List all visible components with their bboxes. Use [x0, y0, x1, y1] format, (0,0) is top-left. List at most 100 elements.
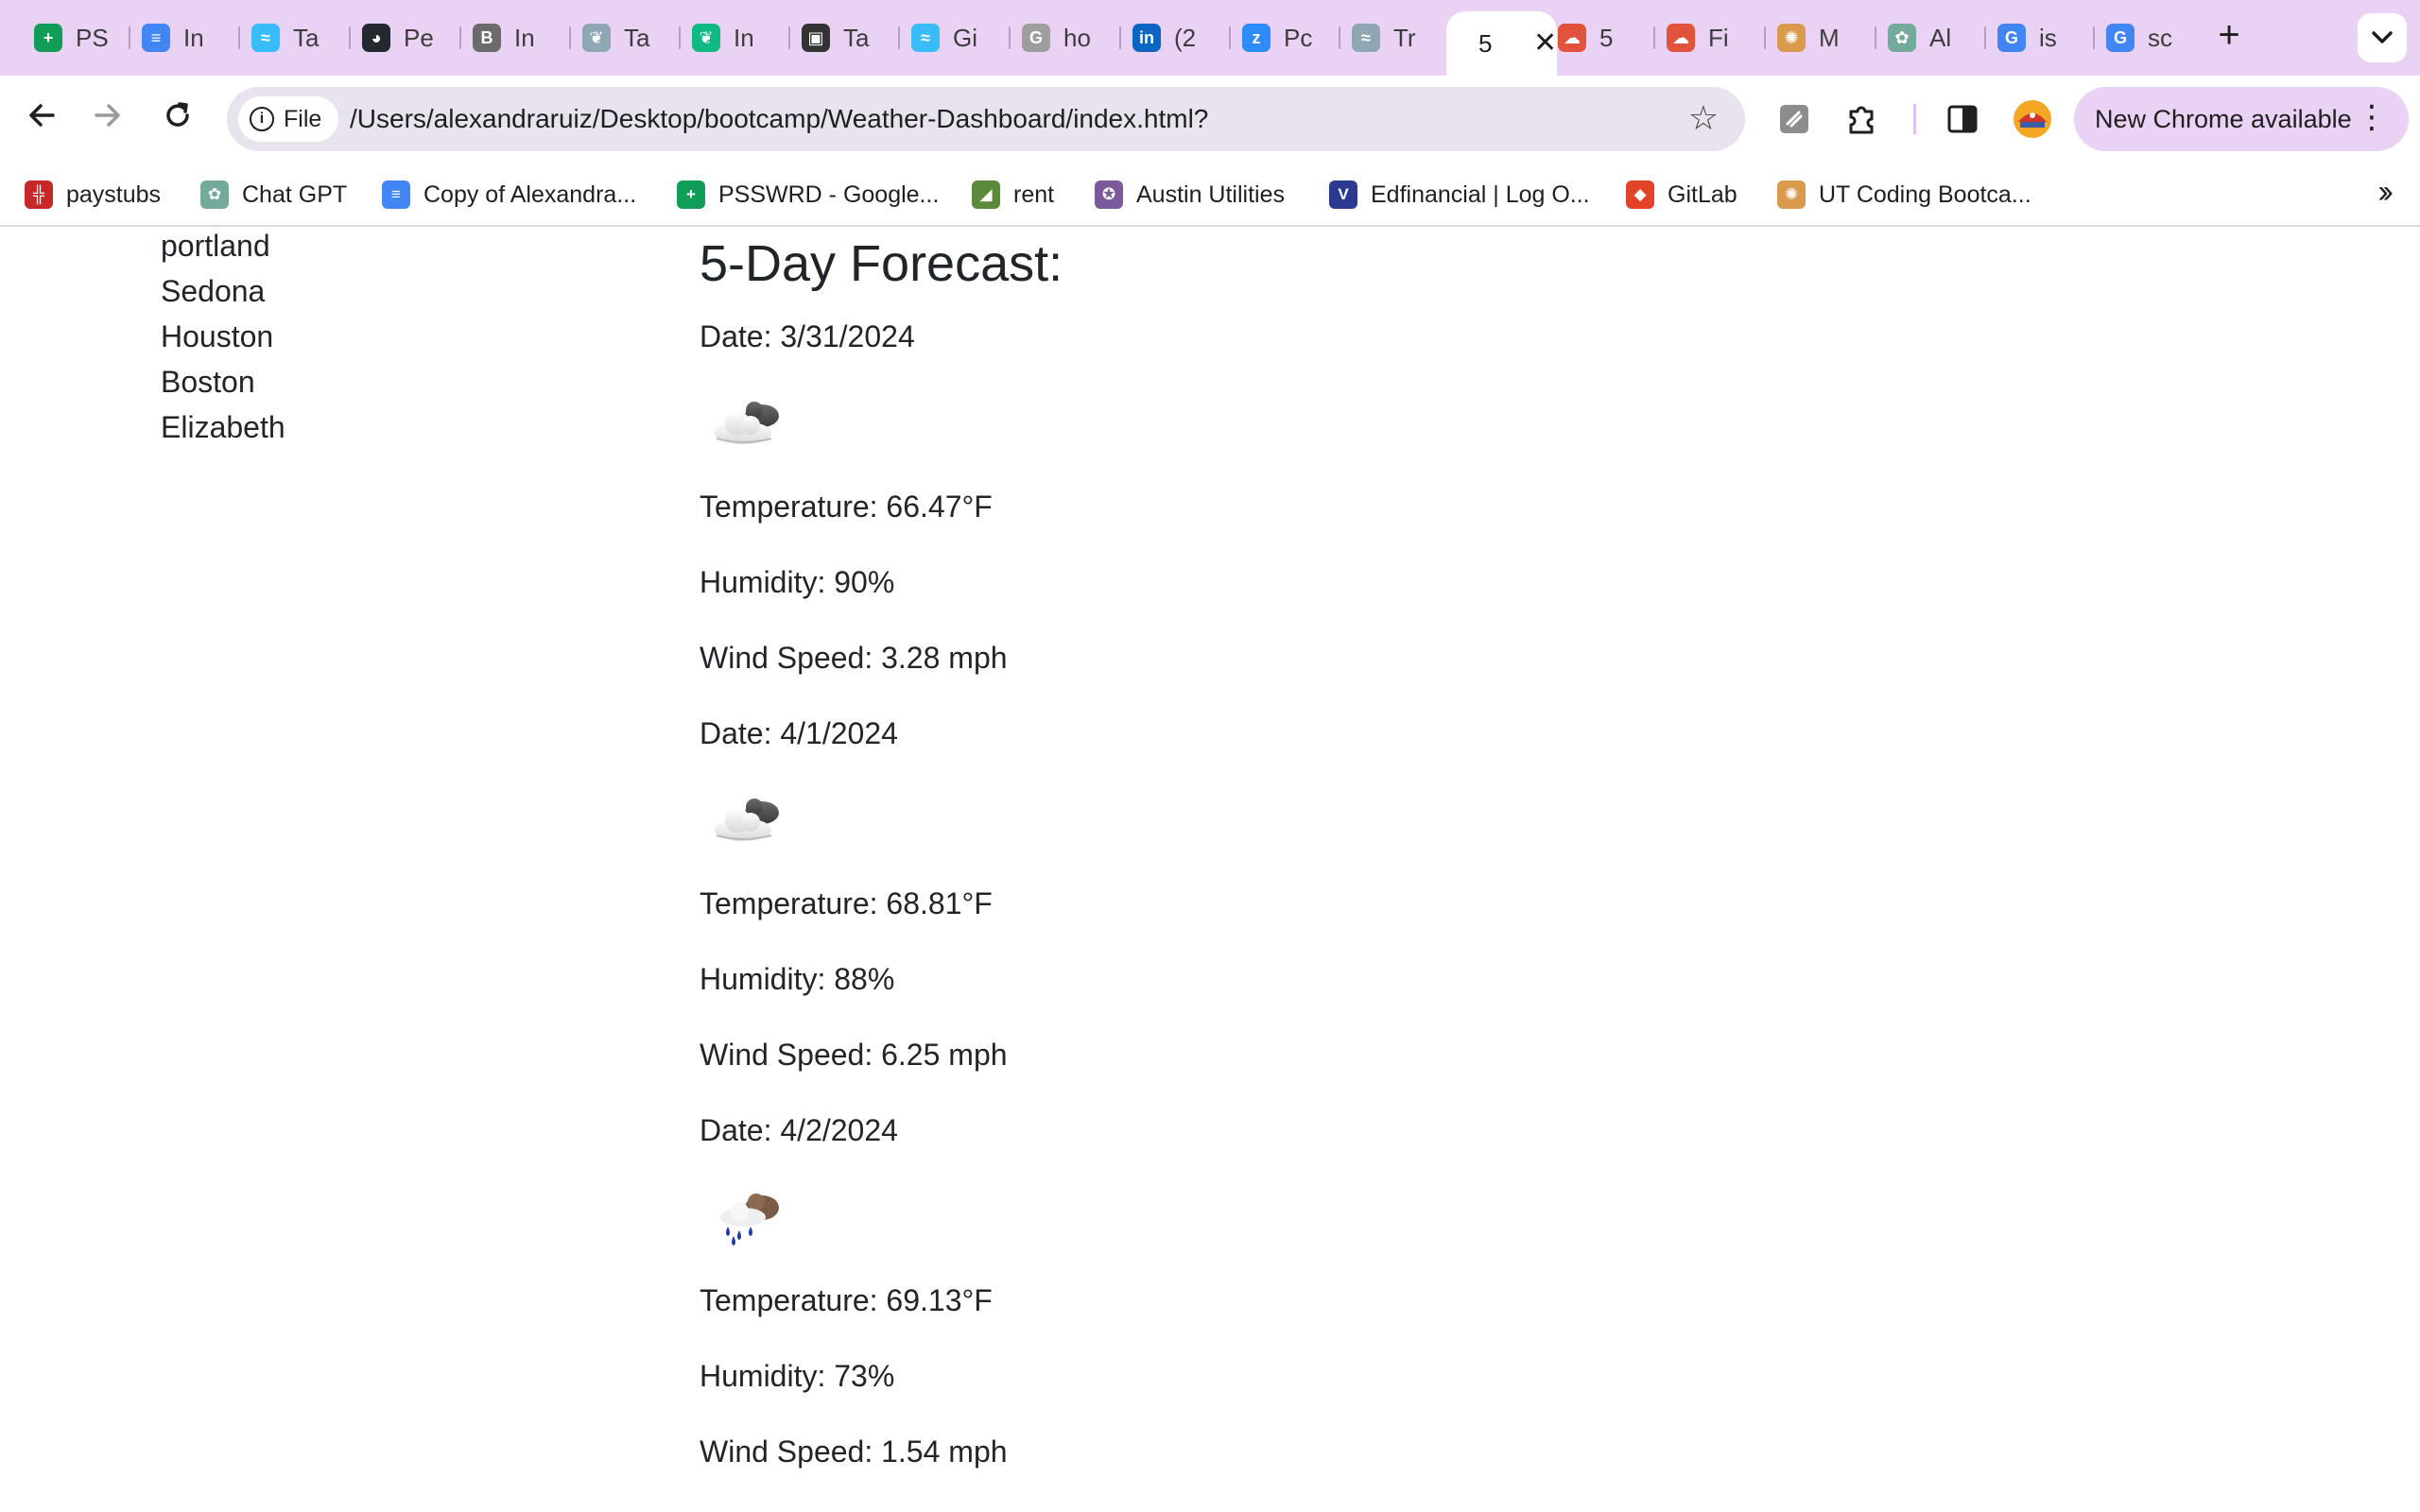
tab-title: 5: [1599, 23, 1614, 52]
tab-separator: [679, 26, 681, 49]
tab[interactable]: ≡ In: [142, 13, 216, 62]
bookmark-item[interactable]: ✺ UT Coding Bootca...: [1777, 178, 2031, 212]
tab[interactable]: ❦ In: [692, 13, 766, 62]
tab[interactable]: ≈ Ta: [251, 13, 325, 62]
tab[interactable]: + PS: [34, 13, 108, 62]
tab-title: In: [734, 23, 754, 52]
bookmark-label: Edfinancial | Log O...: [1371, 180, 1590, 208]
tab-title: sc: [2148, 23, 2172, 52]
tab-title: 5: [1478, 28, 1493, 58]
extensions-menu-button[interactable]: [1841, 98, 1883, 140]
tab[interactable]: ≈ Tr: [1352, 13, 1426, 62]
tab-active[interactable]: 5 ✕: [1446, 11, 1558, 76]
tab-separator: [349, 26, 351, 49]
tab[interactable]: ≈ Gi: [911, 13, 985, 62]
tab-search-button[interactable]: [2358, 13, 2407, 62]
tab-title: In: [183, 23, 204, 52]
tab[interactable]: Gis: [1997, 13, 2071, 62]
reload-icon: [166, 102, 189, 127]
profile-avatar[interactable]: [2012, 98, 2053, 140]
tab[interactable]: ☁ Fi: [1667, 13, 1740, 62]
bookmark-item[interactable]: ✪ Austin Utilities: [1095, 178, 1285, 212]
paystubs-icon: ╬: [25, 180, 53, 209]
weather-red-icon: ☁: [1558, 24, 1586, 52]
browser-toolbar: i File /Users/alexandraruiz/Desktop/boot…: [0, 76, 2420, 163]
tab[interactable]: in (2: [1132, 13, 1206, 62]
rent-icon: ◢: [972, 180, 1000, 209]
forward-button[interactable]: [87, 98, 129, 140]
chatgpt-icon: ✿: [1888, 24, 1916, 52]
tab-separator: [1653, 26, 1655, 49]
tab-separator: [459, 26, 461, 49]
address-bar[interactable]: i File /Users/alexandraruiz/Desktop/boot…: [227, 87, 1745, 151]
city-history-item[interactable]: Sedona: [161, 274, 265, 309]
docs-icon: ≡: [382, 180, 410, 209]
bookmark-item[interactable]: ≡ Copy of Alexandra...: [382, 178, 636, 212]
avatar-icon: [2014, 100, 2051, 138]
bookmark-item[interactable]: ◢ rent: [972, 178, 1054, 212]
tab-title: Gi: [953, 23, 977, 52]
weather-red-icon: ☁: [1667, 24, 1695, 52]
new-tab-button[interactable]: +: [2210, 16, 2248, 55]
bookmark-label: GitLab: [1668, 180, 1737, 208]
tab-separator: [1229, 26, 1231, 49]
bookmark-item[interactable]: ◆ GitLab: [1626, 178, 1737, 212]
bookmark-item[interactable]: ╬ paystubs: [25, 178, 161, 212]
url-text[interactable]: /Users/alexandraruiz/Desktop/bootcamp/We…: [350, 104, 1208, 134]
forward-arrow-icon: [95, 104, 120, 127]
side-panel-icon: [1947, 105, 1978, 133]
more-menu-icon[interactable]: ⋮: [2356, 98, 2388, 136]
forecast-wind-speed: Wind Speed: 1.54 mph: [700, 1435, 1008, 1469]
site-info-chip[interactable]: i File: [238, 96, 339, 142]
google-icon: G: [1997, 24, 2026, 52]
bookmark-item[interactable]: ✿ Chat GPT: [200, 178, 347, 212]
tab[interactable]: ✺ M: [1777, 13, 1851, 62]
extension-button[interactable]: [1773, 98, 1815, 140]
bookmark-label: paystubs: [66, 180, 162, 208]
docs-icon: ≡: [142, 24, 170, 52]
bookmark-label: UT Coding Bootca...: [1819, 180, 2031, 208]
tab[interactable]: Gsc: [2106, 13, 2180, 62]
reload-button[interactable]: [157, 98, 199, 140]
update-label: New Chrome available: [2095, 104, 2352, 133]
bookmark-item[interactable]: + PSSWRD - Google...: [677, 178, 939, 212]
bookmarks-bar: ╬ paystubs ✿ Chat GPT ≡ Copy of Alexandra... +…: [0, 163, 2420, 227]
chrome-update-button[interactable]: New Chrome available ⋮: [2074, 87, 2409, 151]
forecast-date: Date: 4/1/2024: [700, 716, 898, 750]
gitlab-icon: ◆: [1626, 180, 1654, 209]
bookmark-label: Copy of Alexandra...: [424, 180, 637, 208]
forecast-temperature: Temperature: 69.13°F: [700, 1283, 993, 1317]
broken-clouds-icon: [707, 395, 786, 452]
city-history-item[interactable]: Boston: [161, 365, 255, 400]
forecast-date: Date: 3/31/2024: [700, 319, 915, 353]
back-button[interactable]: [21, 98, 62, 140]
tab[interactable]: ☁ 5: [1558, 13, 1632, 62]
side-panel-button[interactable]: [1942, 98, 1983, 140]
tab[interactable]: z Pc: [1242, 13, 1316, 62]
tab-title: (2: [1174, 23, 1197, 52]
city-history-item[interactable]: portland: [161, 229, 270, 264]
tab-title: Ta: [293, 23, 320, 52]
ut-seal-icon: ✺: [1777, 24, 1806, 52]
city-history-item[interactable]: Houston: [161, 319, 273, 354]
bookmarks-overflow-icon[interactable]: ››: [2377, 174, 2393, 211]
tab[interactable]: Gho: [1022, 13, 1096, 62]
tab-separator: [1875, 26, 1876, 49]
bookmark-star-icon[interactable]: ☆: [1688, 98, 1719, 138]
close-tab-icon[interactable]: ✕: [1533, 29, 1557, 58]
tab[interactable]: ▣ Ta: [802, 13, 875, 62]
forecast-humidity: Humidity: 90%: [700, 565, 895, 599]
tab-title: Fi: [1708, 23, 1729, 52]
ut-seal-icon: ✺: [1777, 180, 1806, 209]
tab[interactable]: ◕ Pe: [362, 13, 436, 62]
bookmark-item[interactable]: V Edfinancial | Log O...: [1329, 178, 1590, 212]
forecast-wind-speed: Wind Speed: 6.25 mph: [700, 1038, 1008, 1072]
tab[interactable]: B In: [473, 13, 546, 62]
app-square-icon: ▣: [802, 24, 830, 52]
tab-title: Tr: [1393, 23, 1416, 52]
city-history-item[interactable]: Elizabeth: [161, 410, 285, 445]
tab[interactable]: ❦ Ta: [582, 13, 656, 62]
bookmark-label: Austin Utilities: [1136, 180, 1285, 208]
leaf-circle-icon: ❦: [582, 24, 611, 52]
tab[interactable]: ✿ Al: [1888, 13, 1962, 62]
